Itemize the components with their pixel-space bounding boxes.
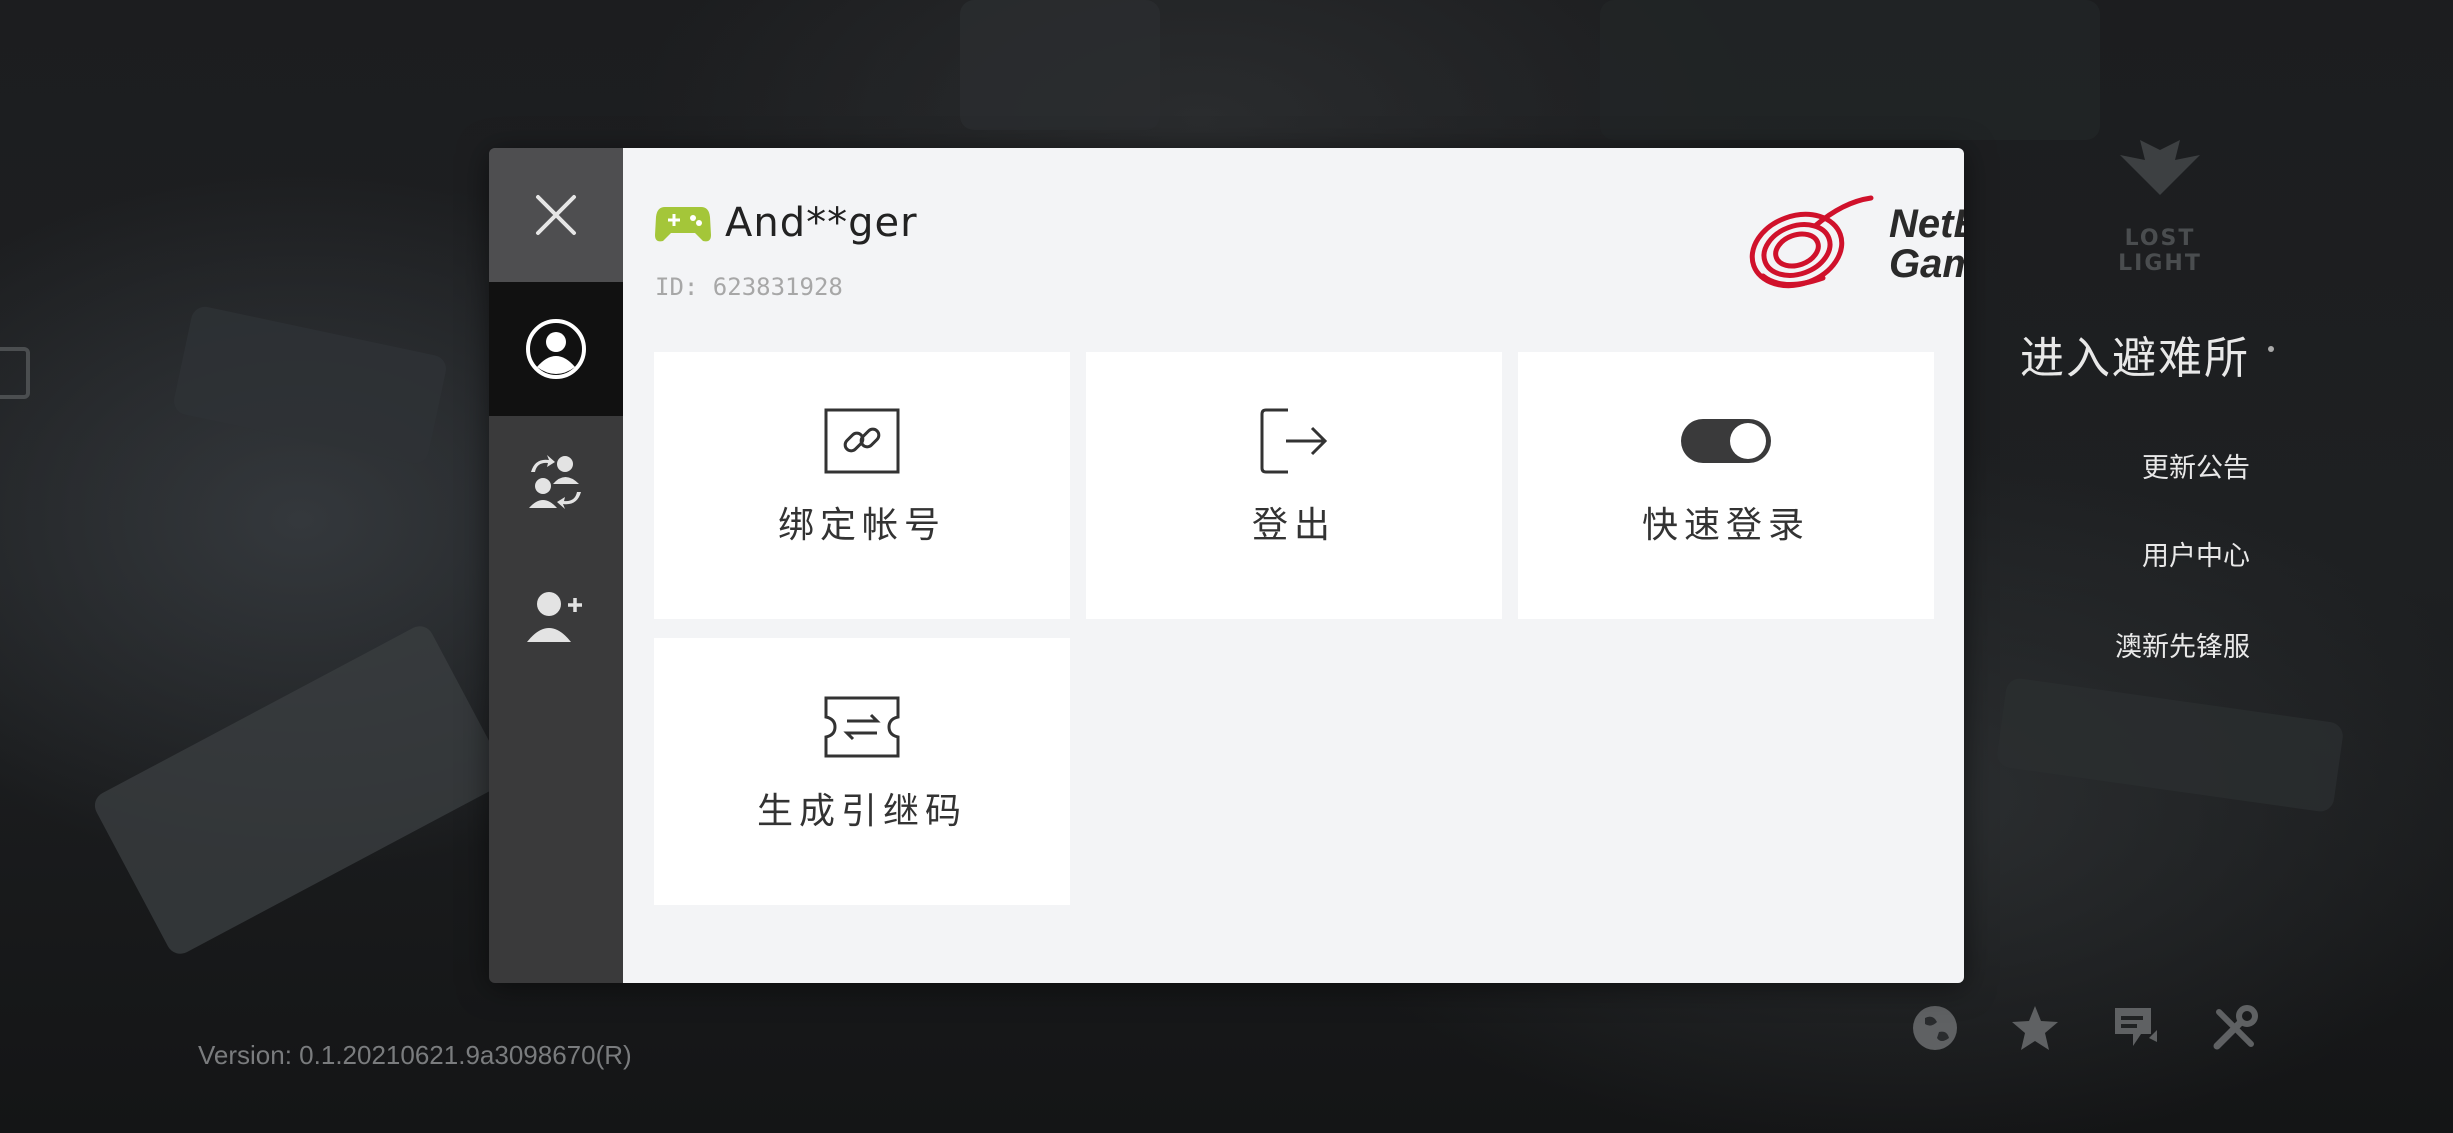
account-dialog: And**ger ID: 623831928 NetEase Games: [489, 148, 1964, 983]
close-icon: [536, 195, 576, 235]
quick-login-card[interactable]: 快速登录: [1518, 352, 1934, 619]
tools-icon[interactable]: [2210, 1000, 2260, 1056]
menu-link-update-notice[interactable]: 更新公告: [2142, 446, 2250, 485]
brand-line-1: NetEase: [1889, 202, 1964, 246]
feedback-icon[interactable]: [2110, 1000, 2160, 1056]
logout-icon: [1260, 408, 1328, 474]
bg-shadow-shape: [1600, 0, 2100, 140]
bottom-toolbar: [1910, 1000, 2260, 1056]
generate-transfer-code-label: 生成引继码: [756, 791, 967, 832]
close-button[interactable]: [489, 148, 623, 282]
bind-account-card[interactable]: 绑定帐号: [654, 352, 1070, 619]
bg-frame-shape: [960, 0, 1160, 130]
brand-text: NetEase Games: [1889, 204, 1964, 284]
dialog-content: And**ger ID: 623831928 NetEase Games: [623, 148, 1964, 983]
game-logo-text: LOST LIGHT: [2118, 226, 2202, 276]
logout-card[interactable]: 登出: [1086, 352, 1502, 619]
sidebar-item-add-account[interactable]: [489, 550, 623, 684]
switch-account-icon: [529, 455, 581, 509]
dialog-sidebar: [489, 148, 623, 983]
bg-weapon-shape: [171, 304, 449, 466]
user-info: And**ger: [655, 200, 918, 246]
enter-shelter-button[interactable]: 进入避难所: [2020, 322, 2250, 386]
add-account-icon: [527, 592, 582, 642]
bind-account-label: 绑定帐号: [777, 505, 946, 546]
sidebar-item-account[interactable]: [489, 282, 623, 416]
star-icon[interactable]: [2010, 1000, 2060, 1056]
logout-label: 登出: [1251, 505, 1336, 546]
version-label: Version: 0.1.20210621.9a3098670(R): [198, 1040, 632, 1070]
netease-games-logo: NetEase Games: [1743, 192, 1964, 296]
account-icon: [526, 319, 586, 379]
username: And**ger: [725, 200, 918, 246]
quick-login-label: 快速登录: [1641, 505, 1810, 546]
toggle-icon[interactable]: [1680, 417, 1772, 465]
brand-line-2: Games: [1889, 242, 1964, 286]
enter-indicator-dot: [2268, 346, 2274, 352]
game-logo: LOST LIGHT: [2090, 140, 2230, 276]
link-icon: [824, 408, 900, 474]
gamepad-icon: [655, 207, 711, 242]
bird-logo-icon: [2120, 140, 2200, 195]
left-edge-fragment: [0, 347, 30, 399]
bg-tube-shape: [1995, 676, 2345, 814]
transfer-ticket-icon: [824, 696, 900, 758]
user-id: ID: 623831928: [655, 273, 843, 301]
globe-icon[interactable]: [1910, 1000, 1960, 1056]
sidebar-item-switch-account[interactable]: [489, 416, 623, 550]
netease-swirl-icon: [1749, 195, 1874, 289]
generate-transfer-code-card[interactable]: 生成引继码: [654, 638, 1070, 905]
menu-link-server[interactable]: 澳新先锋服: [2115, 625, 2250, 664]
menu-link-user-center[interactable]: 用户中心: [2142, 534, 2250, 573]
bg-crate-shape: [89, 621, 511, 959]
